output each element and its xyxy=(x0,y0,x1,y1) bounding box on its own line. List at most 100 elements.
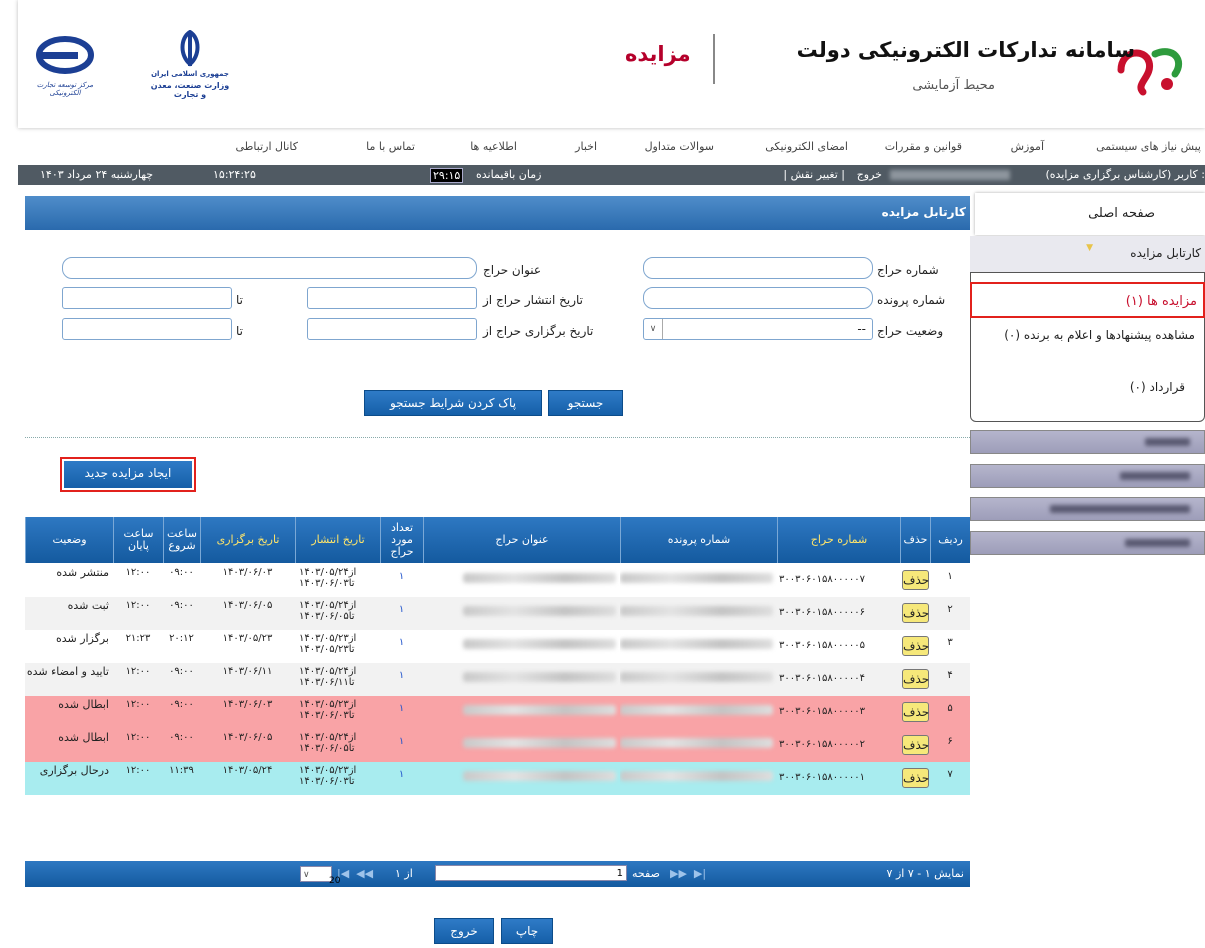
menu-news[interactable]: اخبار xyxy=(575,140,597,153)
chevron-down-icon: ▼ xyxy=(1086,243,1093,253)
cell-delete: حذف xyxy=(900,597,930,630)
table-header: ردیف حذف شماره حراج شماره پرونده عنوان ح… xyxy=(25,517,970,563)
chevron-down-icon: ∨ xyxy=(303,870,310,880)
file-no-input[interactable] xyxy=(643,287,873,309)
pager-page-label: صفحه xyxy=(632,867,660,880)
cell-status: ثبت شده xyxy=(67,599,109,612)
cell-row: ۴ xyxy=(947,670,953,681)
publish-date-to: تا۱۴۰۳/۰۶/۰۵ xyxy=(299,743,355,754)
cell-start-time: ۰۹:۰۰ xyxy=(169,600,194,611)
delete-button[interactable]: حذف xyxy=(902,636,929,656)
change-role-link[interactable]: | تغییر نقش | xyxy=(783,168,845,181)
new-auction-button[interactable]: ایجاد مزایده جدید xyxy=(60,457,196,492)
pager-prev-icons[interactable]: |◀ ◀◀ xyxy=(337,867,373,880)
redacted-text xyxy=(463,771,616,781)
sidebar-home[interactable]: صفحه اصلی xyxy=(975,193,1205,235)
redacted-text xyxy=(463,738,616,748)
publish-date-to: تا۱۴۰۳/۰۶/۱۱ xyxy=(299,677,355,688)
cell-count: ۱ xyxy=(398,637,405,648)
menu-contact[interactable]: تماس با ما xyxy=(366,140,415,153)
exit-button[interactable]: خروج xyxy=(434,918,494,944)
cell-count: ۱ xyxy=(398,571,405,582)
page-size-value: 20 xyxy=(329,876,341,886)
cell-hold-date: ۱۴۰۳/۰۶/۰۵ xyxy=(222,600,273,611)
delete-button[interactable]: حذف xyxy=(902,702,929,722)
th-delete: حذف xyxy=(900,517,930,563)
ministry-logo-text1: جمهوری اسلامی ایران xyxy=(151,70,229,78)
menu-laws[interactable]: قوانین و مقررات xyxy=(885,140,962,153)
th-hold-date[interactable]: تاریخ برگزاری xyxy=(200,517,295,563)
file-no-label: شماره پرونده xyxy=(877,293,946,307)
cell-row: ۲ xyxy=(947,604,953,615)
sidebar-kartabl[interactable]: کارتابل مزایده ▼ xyxy=(970,236,1205,273)
publish-from-input[interactable] xyxy=(307,287,477,309)
cell-status: برگزار شده xyxy=(55,632,109,645)
pager-page-input[interactable]: 1 xyxy=(435,865,627,881)
cell-delete: حذف xyxy=(900,762,930,795)
top-menu: پیش نیاز های سیستمی آموزش قوانین و مقررا… xyxy=(18,136,1205,158)
sidebar-item-contract[interactable]: قرارداد (۰) xyxy=(1130,380,1185,394)
cell-auction-no: ۳۰۰۳۰۶۰۱۵۸۰۰۰۰۰۵ xyxy=(779,640,865,651)
hold-from-input[interactable] xyxy=(307,318,477,340)
hold-to-input[interactable] xyxy=(62,318,232,340)
cell-delete: حذف xyxy=(900,630,930,663)
cell-delete: حذف xyxy=(900,564,930,597)
cell-status: ابطال شده xyxy=(58,698,109,711)
cell-row: ۱ xyxy=(947,571,953,582)
delete-button[interactable]: حذف xyxy=(902,570,929,590)
delete-button[interactable]: حذف xyxy=(902,669,929,689)
section-title: مزایده xyxy=(625,42,691,66)
auction-title-input[interactable] xyxy=(62,257,477,279)
redacted-text xyxy=(463,639,616,649)
delete-button[interactable]: حذف xyxy=(902,735,929,755)
chevron-down-icon[interactable]: ∨ xyxy=(644,319,663,339)
header-divider xyxy=(713,34,715,84)
sidebar-item-redacted-2[interactable] xyxy=(970,464,1205,488)
menu-faq[interactable]: سوالات متداول xyxy=(645,140,714,153)
publish-date-from: از۱۴۰۳/۰۵/۲۳ xyxy=(299,699,357,710)
menu-training[interactable]: آموزش xyxy=(1011,140,1044,153)
cell-delete: حذف xyxy=(900,663,930,696)
pager-of: از ۱ xyxy=(395,867,413,880)
sidebar-item-redacted-4[interactable] xyxy=(970,531,1205,555)
sidebar-item-redacted-1[interactable] xyxy=(970,430,1205,454)
menu-channel[interactable]: کانال ارتباطی xyxy=(235,140,298,153)
panel-title-bar: کارتابل مزایده xyxy=(25,196,970,230)
hold-to-label: تا xyxy=(236,324,243,338)
redacted-text xyxy=(620,705,773,715)
clear-search-button[interactable]: پاک کردن شرایط جستجو xyxy=(364,390,542,416)
pager-next-icons[interactable]: ▶▶ ▶| xyxy=(670,867,706,880)
sidebar-item-redacted-3[interactable] xyxy=(970,497,1205,521)
publish-date-to: تا۱۴۰۳/۰۶/۰۳ xyxy=(299,710,355,721)
cell-publish-date: از۱۴۰۳/۰۵/۲۴ تا۱۴۰۳/۰۶/۰۵ xyxy=(295,597,380,630)
th-publish-date[interactable]: تاریخ انتشار xyxy=(295,517,380,563)
logout-link[interactable]: خروج xyxy=(857,168,882,181)
redacted-text xyxy=(620,672,773,682)
delete-button[interactable]: حذف xyxy=(902,768,929,788)
remaining-timer: ۲۹:۱۵ xyxy=(430,168,464,183)
redacted-text xyxy=(463,672,616,682)
menu-esign[interactable]: امضای الکترونیکی xyxy=(765,140,848,153)
ministry-logo-text2: وزارت صنعت، معدن و تجارت xyxy=(150,81,230,99)
menu-prerequisites[interactable]: پیش نیاز های سیستمی xyxy=(1096,140,1201,153)
menu-announcements[interactable]: اطلاعیه ها xyxy=(470,140,517,153)
publish-to-input[interactable] xyxy=(62,287,232,309)
sidebar-item-offers[interactable]: مشاهده پیشنهادها و اعلام به برنده (۰) xyxy=(980,327,1195,344)
cell-status: ابطال شده xyxy=(58,731,109,744)
cell-hold-date: ۱۴۰۳/۰۶/۱۱ xyxy=(222,666,273,677)
cell-row: ۳ xyxy=(947,637,953,648)
search-button[interactable]: جستجو xyxy=(548,390,623,416)
cell-file-no xyxy=(620,564,777,597)
delete-button[interactable]: حذف xyxy=(902,603,929,623)
page-size-select[interactable]: 20 ∨ xyxy=(300,866,340,886)
current-date: چهارشنبه ۲۴ مرداد ۱۴۰۳ xyxy=(40,168,154,181)
redacted-text xyxy=(620,738,773,748)
th-auction-no[interactable]: شماره حراج xyxy=(777,517,900,563)
cell-start-time: ۱۱:۳۹ xyxy=(169,765,194,776)
cell-start-time: ۰۹:۰۰ xyxy=(169,567,194,578)
print-button[interactable]: چاپ xyxy=(501,918,553,944)
auction-no-input[interactable] xyxy=(643,257,873,279)
status-select[interactable]: -- ∨ xyxy=(643,318,873,340)
sidebar-item-auctions[interactable]: مزایده ها (۱) xyxy=(970,282,1205,318)
remaining-time-label: زمان باقیمانده xyxy=(476,168,542,181)
